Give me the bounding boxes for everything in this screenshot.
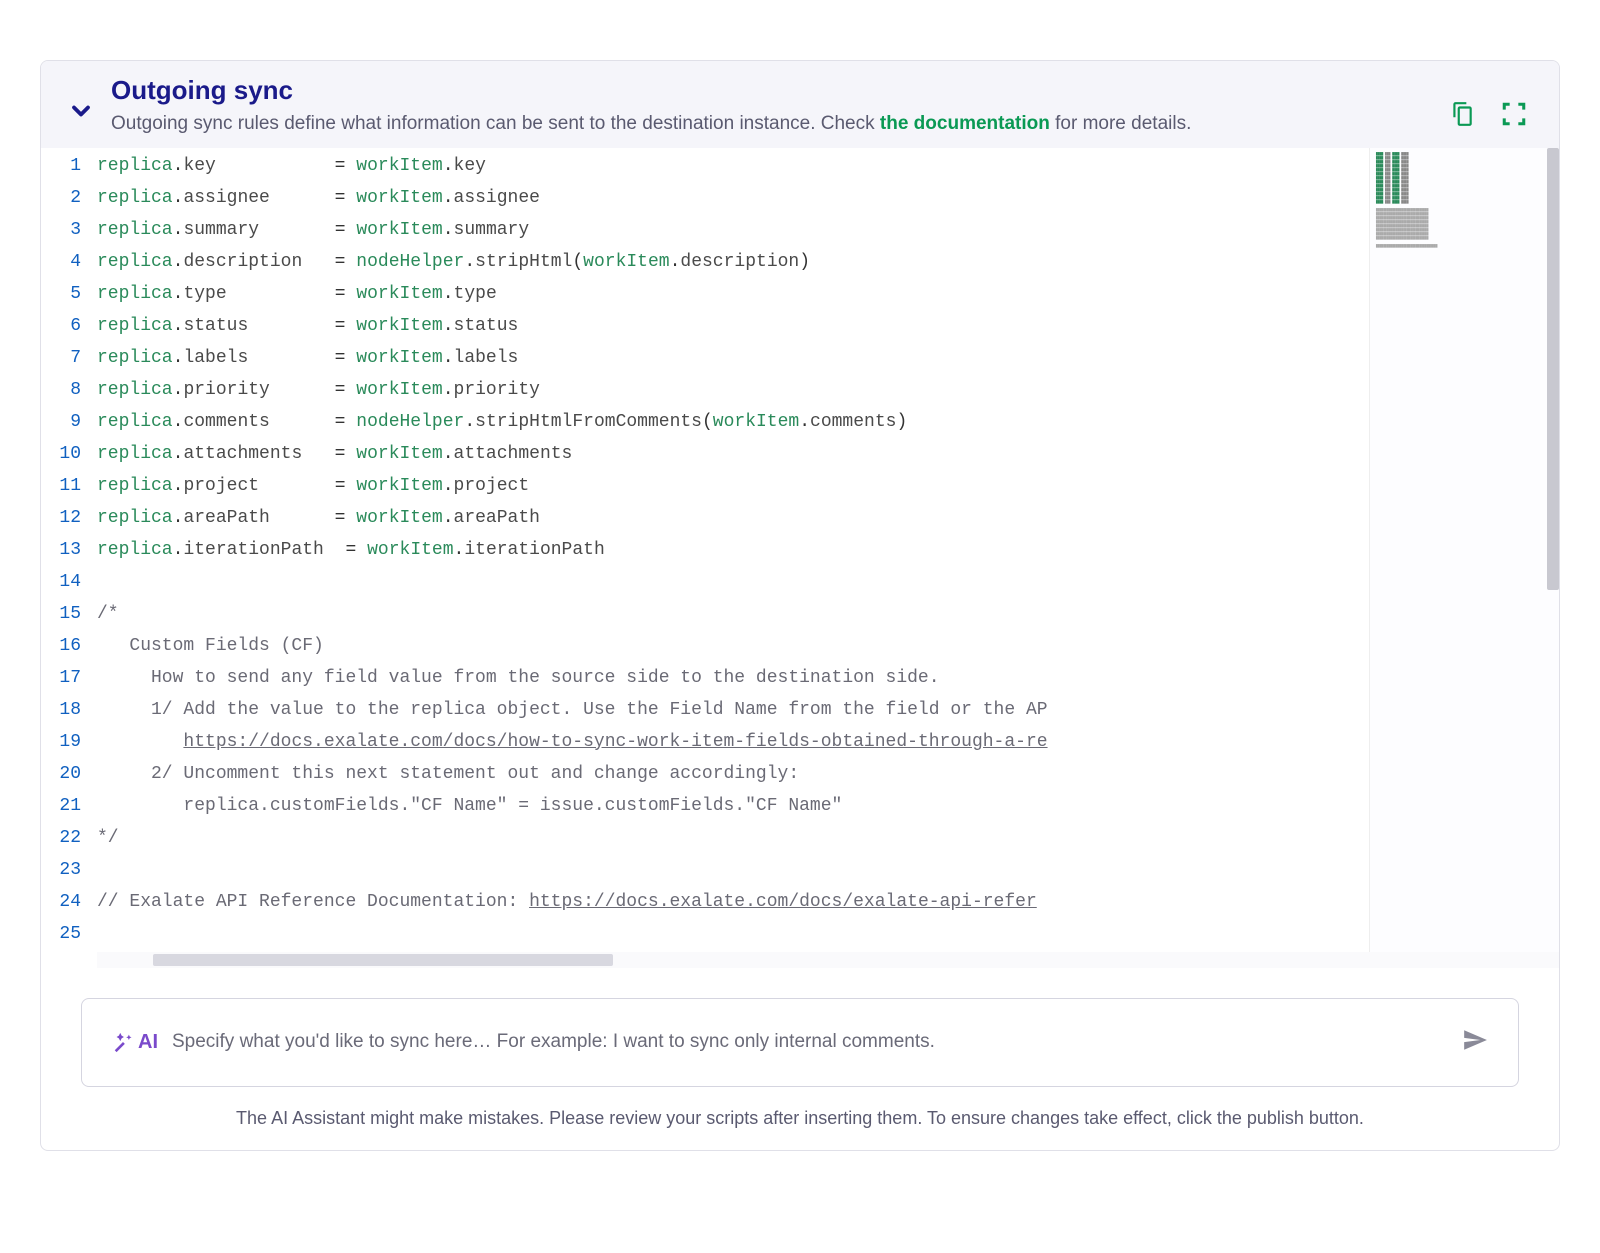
code-line[interactable]: /* (97, 598, 1369, 630)
code-editor[interactable]: 1234567891011121314151617181920212223242… (41, 148, 1559, 952)
code-line[interactable]: replica.project = workItem.project (97, 470, 1369, 502)
subtitle-post: for more details. (1050, 113, 1192, 134)
horizontal-scrollbar-track[interactable] (97, 952, 1559, 968)
code-line[interactable]: replica.assignee = workItem.assignee (97, 182, 1369, 214)
code-line[interactable]: replica.labels = workItem.labels (97, 342, 1369, 374)
horizontal-scrollbar-thumb[interactable] (153, 954, 613, 966)
code-line[interactable]: 2/ Uncomment this next statement out and… (97, 758, 1369, 790)
code-line[interactable]: // Exalate API Reference Documentation: … (97, 886, 1369, 918)
panel-header: Outgoing sync Outgoing sync rules define… (41, 61, 1559, 148)
code-line[interactable] (97, 566, 1369, 598)
documentation-link[interactable]: the documentation (880, 113, 1050, 134)
code-line[interactable]: https://docs.exalate.com/docs/how-to-syn… (97, 726, 1369, 758)
code-content[interactable]: replica.key = workItem.keyreplica.assign… (97, 148, 1369, 952)
code-line[interactable]: replica.customFields."CF Name" = issue.c… (97, 790, 1369, 822)
panel-title: Outgoing sync (111, 75, 1433, 106)
code-line[interactable]: replica.type = workItem.type (97, 278, 1369, 310)
magic-wand-icon (112, 1031, 134, 1053)
ai-section: AI Specify what you'd like to sync here…… (41, 968, 1559, 1150)
ai-badge: AI (112, 1031, 158, 1054)
line-number-gutter: 1234567891011121314151617181920212223242… (41, 148, 97, 952)
outgoing-sync-panel: Outgoing sync Outgoing sync rules define… (40, 60, 1560, 1151)
vertical-scrollbar[interactable] (1547, 148, 1559, 590)
ai-warning-text: The AI Assistant might make mistakes. Pl… (81, 1105, 1519, 1132)
code-line[interactable]: replica.comments = nodeHelper.stripHtmlF… (97, 406, 1369, 438)
code-line[interactable] (97, 854, 1369, 886)
panel-subtitle: Outgoing sync rules define what informat… (111, 110, 1433, 138)
code-line[interactable]: Custom Fields (CF) (97, 630, 1369, 662)
send-icon[interactable] (1462, 1027, 1488, 1058)
ai-prompt-placeholder: Specify what you'd like to sync here… Fo… (172, 1031, 1448, 1053)
ai-badge-text: AI (138, 1031, 158, 1054)
ai-prompt-input[interactable]: AI Specify what you'd like to sync here…… (81, 998, 1519, 1087)
code-line[interactable]: How to send any field value from the sou… (97, 662, 1369, 694)
code-line[interactable]: replica.priority = workItem.priority (97, 374, 1369, 406)
copy-icon[interactable] (1449, 101, 1475, 132)
code-line[interactable]: replica.key = workItem.key (97, 150, 1369, 182)
code-line[interactable]: 1/ Add the value to the replica object. … (97, 694, 1369, 726)
subtitle-pre: Outgoing sync rules define what informat… (111, 113, 880, 134)
editor-minimap[interactable]: ████ ███ ████ ████ ████ ███ ████ ████ ██… (1369, 148, 1559, 952)
code-line[interactable]: replica.attachments = workItem.attachmen… (97, 438, 1369, 470)
code-line[interactable]: replica.areaPath = workItem.areaPath (97, 502, 1369, 534)
code-line[interactable]: replica.description = nodeHelper.stripHt… (97, 246, 1369, 278)
fullscreen-icon[interactable] (1501, 101, 1527, 132)
code-line[interactable]: replica.summary = workItem.summary (97, 214, 1369, 246)
collapse-chevron-icon[interactable] (67, 75, 95, 130)
code-line[interactable]: replica.iterationPath = workItem.iterati… (97, 534, 1369, 566)
code-line[interactable]: replica.status = workItem.status (97, 310, 1369, 342)
code-line[interactable] (97, 918, 1369, 950)
code-line[interactable]: */ (97, 822, 1369, 854)
